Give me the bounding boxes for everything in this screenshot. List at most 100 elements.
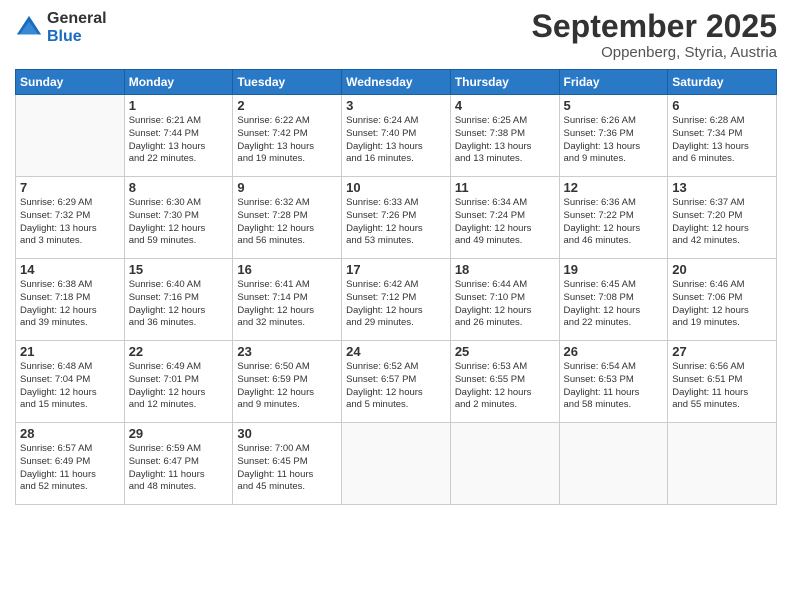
cell-info: Sunrise: 6:40 AMSunset: 7:16 PMDaylight:… bbox=[129, 279, 229, 330]
cell-info: Sunrise: 6:32 AMSunset: 7:28 PMDaylight:… bbox=[237, 197, 337, 248]
day-number: 6 bbox=[672, 98, 772, 113]
day-number: 15 bbox=[129, 262, 229, 277]
table-row: 25Sunrise: 6:53 AMSunset: 6:55 PMDayligh… bbox=[450, 341, 559, 423]
cell-info: Sunrise: 6:59 AMSunset: 6:47 PMDaylight:… bbox=[129, 443, 229, 494]
table-row: 11 Sunrise: 6:34 AMSunset: 7:24 PMDayligh… bbox=[450, 177, 559, 259]
day-number: 8 bbox=[129, 180, 229, 195]
table-row: 7 Sunrise: 6:29 AMSunset: 7:32 PMDaylight… bbox=[16, 177, 125, 259]
table-row: 5Sunrise: 6:26 AMSunset: 7:36 PMDaylight… bbox=[559, 95, 668, 177]
day-number: 28 bbox=[20, 426, 120, 441]
table-row: 15 Sunrise: 6:40 AMSunset: 7:16 PMDayligh… bbox=[124, 259, 233, 341]
table-row: 13 Sunrise: 6:37 AMSunset: 7:20 PMDayligh… bbox=[668, 177, 777, 259]
table-row: 24Sunrise: 6:52 AMSunset: 6:57 PMDayligh… bbox=[342, 341, 451, 423]
cell-info: Sunrise: 6:29 AMSunset: 7:32 PMDaylight:… bbox=[20, 197, 120, 248]
day-number: 21 bbox=[20, 344, 120, 359]
col-saturday: Saturday bbox=[668, 70, 777, 95]
cell-info: Sunrise: 6:57 AMSunset: 6:49 PMDaylight:… bbox=[20, 443, 120, 494]
table-row: 27 Sunrise: 6:56 AMSunset: 6:51 PMDayligh… bbox=[668, 341, 777, 423]
logo-blue-label: Blue bbox=[47, 28, 107, 46]
calendar-week-5: 28 Sunrise: 6:57 AMSunset: 6:49 PMDayligh… bbox=[16, 423, 777, 505]
table-row: 20 Sunrise: 6:46 AMSunset: 7:06 PMDayligh… bbox=[668, 259, 777, 341]
cell-info: Sunrise: 6:36 AMSunset: 7:22 PMDaylight:… bbox=[564, 197, 664, 248]
cell-info: Sunrise: 6:34 AMSunset: 7:24 PMDaylight:… bbox=[455, 197, 555, 248]
calendar-table: Sunday Monday Tuesday Wednesday Thursday… bbox=[15, 69, 777, 505]
table-row: 29 Sunrise: 6:59 AMSunset: 6:47 PMDayligh… bbox=[124, 423, 233, 505]
table-row: 10 Sunrise: 6:33 AMSunset: 7:26 PMDayligh… bbox=[342, 177, 451, 259]
cell-info: Sunrise: 7:00 AMSunset: 6:45 PMDaylight:… bbox=[237, 443, 337, 494]
day-number: 22 bbox=[129, 344, 229, 359]
logo-text: General Blue bbox=[47, 10, 107, 45]
table-row: 23 Sunrise: 6:50 AMSunset: 6:59 PMDayligh… bbox=[233, 341, 342, 423]
table-row: 4 Sunrise: 6:25 AMSunset: 7:38 PMDaylight… bbox=[450, 95, 559, 177]
day-number: 13 bbox=[672, 180, 772, 195]
page: General Blue September 2025 Oppenberg, S… bbox=[0, 0, 792, 612]
day-number: 26 bbox=[564, 344, 664, 359]
table-row: 16Sunrise: 6:41 AMSunset: 7:14 PMDayligh… bbox=[233, 259, 342, 341]
cell-info: Sunrise: 6:46 AMSunset: 7:06 PMDaylight:… bbox=[672, 279, 772, 330]
col-sunday: Sunday bbox=[16, 70, 125, 95]
day-number: 10 bbox=[346, 180, 446, 195]
table-row: 21 Sunrise: 6:48 AMSunset: 7:04 PMDayligh… bbox=[16, 341, 125, 423]
cell-info: Sunrise: 6:44 AMSunset: 7:10 PMDaylight:… bbox=[455, 279, 555, 330]
day-number: 20 bbox=[672, 262, 772, 277]
cell-info: Sunrise: 6:33 AMSunset: 7:26 PMDaylight:… bbox=[346, 197, 446, 248]
cell-info: Sunrise: 6:50 AMSunset: 6:59 PMDaylight:… bbox=[237, 361, 337, 412]
title-block: September 2025 Oppenberg, Styria, Austri… bbox=[532, 10, 777, 61]
table-row: 26 Sunrise: 6:54 AMSunset: 6:53 PMDayligh… bbox=[559, 341, 668, 423]
location: Oppenberg, Styria, Austria bbox=[532, 44, 777, 61]
table-row: 17Sunrise: 6:42 AMSunset: 7:12 PMDayligh… bbox=[342, 259, 451, 341]
table-row: 6Sunrise: 6:28 AMSunset: 7:34 PMDaylight… bbox=[668, 95, 777, 177]
cell-info: Sunrise: 6:25 AMSunset: 7:38 PMDaylight:… bbox=[455, 115, 555, 166]
day-number: 14 bbox=[20, 262, 120, 277]
table-row bbox=[668, 423, 777, 505]
day-number: 1 bbox=[129, 98, 229, 113]
day-number: 27 bbox=[672, 344, 772, 359]
day-number: 2 bbox=[237, 98, 337, 113]
logo-general-label: General bbox=[47, 10, 107, 28]
cell-info: Sunrise: 6:45 AMSunset: 7:08 PMDaylight:… bbox=[564, 279, 664, 330]
logo: General Blue bbox=[15, 10, 107, 45]
col-wednesday: Wednesday bbox=[342, 70, 451, 95]
day-number: 3 bbox=[346, 98, 446, 113]
table-row: 2 Sunrise: 6:22 AMSunset: 7:42 PMDaylight… bbox=[233, 95, 342, 177]
month-year: September 2025 bbox=[532, 10, 777, 42]
cell-info: Sunrise: 6:21 AMSunset: 7:44 PMDaylight:… bbox=[129, 115, 229, 166]
table-row bbox=[450, 423, 559, 505]
header: General Blue September 2025 Oppenberg, S… bbox=[15, 10, 777, 61]
table-row: 14 Sunrise: 6:38 AMSunset: 7:18 PMDayligh… bbox=[16, 259, 125, 341]
table-row: 1 Sunrise: 6:21 AMSunset: 7:44 PMDaylight… bbox=[124, 95, 233, 177]
day-number: 5 bbox=[564, 98, 664, 113]
day-number: 11 bbox=[455, 180, 555, 195]
cell-info: Sunrise: 6:54 AMSunset: 6:53 PMDaylight:… bbox=[564, 361, 664, 412]
day-number: 30 bbox=[237, 426, 337, 441]
day-number: 17 bbox=[346, 262, 446, 277]
day-number: 4 bbox=[455, 98, 555, 113]
day-number: 9 bbox=[237, 180, 337, 195]
calendar-header-row: Sunday Monday Tuesday Wednesday Thursday… bbox=[16, 70, 777, 95]
table-row: 18 Sunrise: 6:44 AMSunset: 7:10 PMDayligh… bbox=[450, 259, 559, 341]
cell-info: Sunrise: 6:22 AMSunset: 7:42 PMDaylight:… bbox=[237, 115, 337, 166]
calendar-week-2: 7 Sunrise: 6:29 AMSunset: 7:32 PMDaylight… bbox=[16, 177, 777, 259]
cell-info: Sunrise: 6:48 AMSunset: 7:04 PMDaylight:… bbox=[20, 361, 120, 412]
table-row: 12Sunrise: 6:36 AMSunset: 7:22 PMDayligh… bbox=[559, 177, 668, 259]
col-monday: Monday bbox=[124, 70, 233, 95]
day-number: 23 bbox=[237, 344, 337, 359]
table-row: 9 Sunrise: 6:32 AMSunset: 7:28 PMDaylight… bbox=[233, 177, 342, 259]
cell-info: Sunrise: 6:30 AMSunset: 7:30 PMDaylight:… bbox=[129, 197, 229, 248]
cell-info: Sunrise: 6:56 AMSunset: 6:51 PMDaylight:… bbox=[672, 361, 772, 412]
day-number: 7 bbox=[20, 180, 120, 195]
cell-info: Sunrise: 6:52 AMSunset: 6:57 PMDaylight:… bbox=[346, 361, 446, 412]
calendar-week-1: 1 Sunrise: 6:21 AMSunset: 7:44 PMDaylight… bbox=[16, 95, 777, 177]
table-row: 3 Sunrise: 6:24 AMSunset: 7:40 PMDaylight… bbox=[342, 95, 451, 177]
table-row: 28 Sunrise: 6:57 AMSunset: 6:49 PMDayligh… bbox=[16, 423, 125, 505]
calendar-week-4: 21 Sunrise: 6:48 AMSunset: 7:04 PMDayligh… bbox=[16, 341, 777, 423]
table-row: 19Sunrise: 6:45 AMSunset: 7:08 PMDayligh… bbox=[559, 259, 668, 341]
day-number: 29 bbox=[129, 426, 229, 441]
cell-info: Sunrise: 6:37 AMSunset: 7:20 PMDaylight:… bbox=[672, 197, 772, 248]
table-row: 30 Sunrise: 7:00 AMSunset: 6:45 PMDayligh… bbox=[233, 423, 342, 505]
day-number: 16 bbox=[237, 262, 337, 277]
cell-info: Sunrise: 6:24 AMSunset: 7:40 PMDaylight:… bbox=[346, 115, 446, 166]
table-row bbox=[559, 423, 668, 505]
cell-info: Sunrise: 6:38 AMSunset: 7:18 PMDaylight:… bbox=[20, 279, 120, 330]
day-number: 18 bbox=[455, 262, 555, 277]
